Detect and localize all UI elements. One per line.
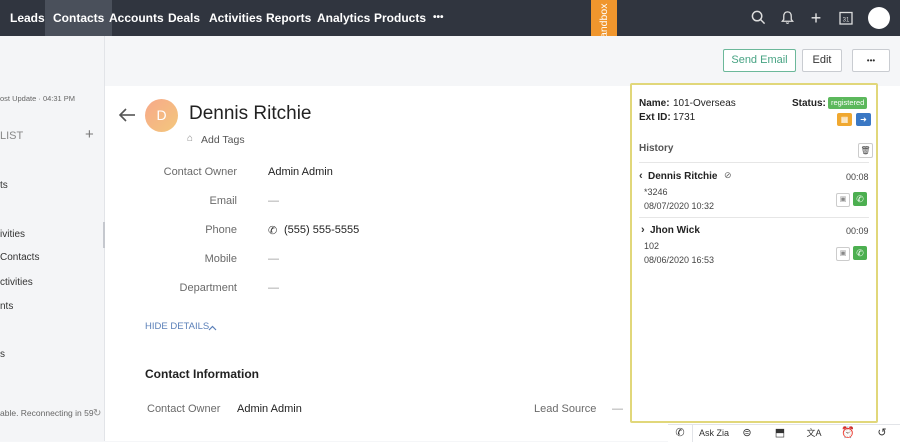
info-label-lead-source: Lead Source [534,403,597,415]
attachment-icon: ⊘ [724,170,732,180]
field-label-mobile: Mobile [204,253,237,265]
user-avatar[interactable] [868,7,890,29]
history-item-duration: 00:09 [846,226,869,236]
top-navigation-bar: Leads Contacts Accounts Deals Activities… [0,0,900,36]
history-item-duration: 00:08 [846,172,869,182]
sidebar-item-1[interactable]: ts [0,180,8,191]
hide-details-link[interactable]: HIDE DETAILS [145,321,209,332]
plus-icon[interactable]: + [806,0,826,36]
more-options-button[interactable]: ••• [852,49,890,72]
phone-icon: ✆ [268,225,278,237]
softphone-panel: Name: 101-Overseas Ext ID: 1731 Status: … [630,83,878,423]
alarm-icon[interactable]: ⏰ [840,425,856,442]
nav-leads[interactable]: Leads [10,0,45,36]
phone-icon[interactable]: ✆ [672,425,688,442]
record-icon[interactable]: ▣ [836,247,850,261]
call-icon[interactable]: ✆ [853,246,867,260]
refresh-icon[interactable]: ↻ [93,408,101,419]
history-item[interactable]: › Jhon Wick 00:09 102 08/06/2020 16:53 ▣… [632,218,876,272]
name-value: 101-Overseas [673,98,736,109]
record-toolbar: Send Email Edit ••• [105,36,900,86]
bottom-toolbar: ✆ Ask Zia ⊜ ⬒ 文A ⏰ ↺ [668,424,900,442]
gamepad-icon[interactable]: ⊜ [738,425,756,442]
logout-icon[interactable]: ➜ [856,113,871,126]
status-badge: registered [828,97,868,109]
bookmark-icon[interactable]: ⬒ [772,425,788,442]
divider [692,425,693,442]
history-item-name: Dennis Ritchie [648,171,718,182]
nav-products[interactable]: Products [374,0,426,36]
back-arrow-icon[interactable] [118,106,136,127]
history-item-name: Jhon Wick [650,225,700,236]
incoming-arrow-icon: ‹ [639,170,643,182]
calendar-icon[interactable]: 31 [836,0,856,36]
history-item-number: *3246 [644,187,668,197]
contact-name: Dennis Ritchie [189,103,312,124]
status-label: Status: [792,98,826,109]
nav-contacts[interactable]: Contacts [45,0,113,36]
info-value-lead-source[interactable]: — [612,403,623,415]
sidebar-item-5[interactable]: nts [0,301,13,312]
chevron-up-icon[interactable] [208,320,217,338]
info-value-contact-owner[interactable]: Admin Admin [237,403,302,415]
contact-information-title: Contact Information [145,367,259,381]
add-tags-link[interactable]: Add Tags [201,134,245,146]
trash-icon[interactable]: 🗑 [858,143,873,158]
sidebar-item-6[interactable]: s [0,349,5,360]
history-title: History [639,143,674,154]
translate-icon[interactable]: 文A [805,425,823,442]
field-value-email[interactable]: — [268,195,279,207]
info-label-contact-owner: Contact Owner [147,403,221,415]
history-item-date: 08/07/2020 10:32 [644,201,715,211]
nav-accounts[interactable]: Accounts [109,0,164,36]
field-value-department[interactable]: — [268,282,279,294]
call-icon[interactable]: ✆ [853,192,867,206]
field-value-contact-owner[interactable]: Admin Admin [268,166,333,178]
history-item-date: 08/06/2020 16:53 [644,255,715,265]
tag-icon: ⌂ [187,133,194,144]
contact-avatar: D [145,99,178,132]
field-value-mobile[interactable]: — [268,253,279,265]
history-icon[interactable]: ↺ [874,425,890,442]
outgoing-arrow-icon: › [641,224,645,236]
nav-deals[interactable]: Deals [168,0,200,36]
edit-button[interactable]: Edit [802,49,842,72]
nav-analytics[interactable]: Analytics [317,0,370,36]
record-icon[interactable]: ▣ [836,193,850,207]
sidebar-item-2[interactable]: ivities [0,229,25,240]
nav-more-button[interactable]: ••• [433,0,444,36]
last-update-text: ost Update · 04:31 PM [0,94,76,103]
nav-reports[interactable]: Reports [266,0,311,36]
field-value-phone[interactable]: (555) 555-5555 [284,224,359,236]
bell-icon[interactable] [777,0,797,36]
ext-id-value: 1731 [673,112,696,123]
connection-status-text: able. Reconnecting in 59 [0,408,94,418]
sidebar-item-3[interactable]: Contacts [0,252,39,263]
ext-id-label: Ext ID: [639,112,671,123]
field-label-contact-owner: Contact Owner [163,166,237,178]
history-item[interactable]: ‹ Dennis Ritchie ⊘ 00:08 *3246 08/07/202… [632,163,876,217]
send-email-button[interactable]: Send Email [723,49,796,72]
field-label-email: Email [209,195,237,207]
nav-activities[interactable]: Activities [209,0,262,36]
field-label-phone: Phone [205,224,237,236]
search-icon[interactable] [748,0,768,36]
ask-zia-button[interactable]: Ask Zia [696,425,732,442]
field-label-department: Department [179,282,237,294]
svg-text:31: 31 [843,18,850,24]
sidebar-list-header: LIST [0,130,24,142]
name-label: Name: [639,98,670,109]
dialpad-icon[interactable]: ▦ [837,113,852,126]
add-list-button[interactable]: + [85,126,94,143]
sidebar-item-4[interactable]: ctivities [0,277,33,288]
sidebar: ost Update · 04:31 PM LIST + ts ivities … [0,36,105,441]
history-item-number: 102 [644,241,660,251]
